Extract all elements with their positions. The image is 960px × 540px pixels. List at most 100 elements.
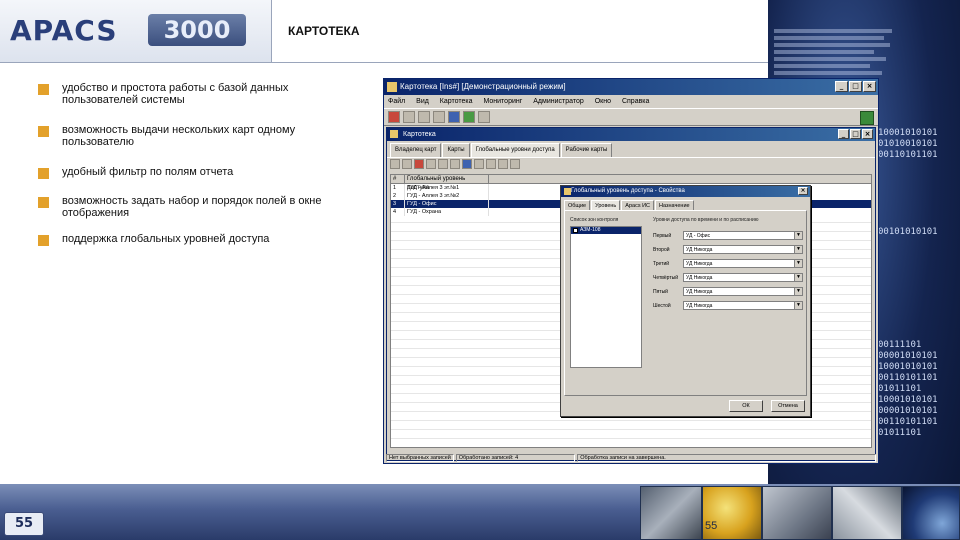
grid-header: # Глобальный уровень доступа xyxy=(391,175,871,191)
dialog-icon xyxy=(564,188,571,195)
header-divider xyxy=(0,62,768,63)
chevron-down-icon[interactable]: ▼ xyxy=(794,260,802,267)
feature-item: возможность задать набор и порядок полей… xyxy=(38,195,338,219)
child-close-button[interactable]: × xyxy=(862,129,873,139)
feature-item: поддержка глобальных уровней доступа xyxy=(38,233,338,246)
cardfile-icon xyxy=(390,130,398,138)
tab-card-owners[interactable]: Владелец карт xyxy=(390,143,442,157)
cut-icon[interactable] xyxy=(403,111,415,123)
logo: APACS 3000 xyxy=(0,0,272,62)
print-icon[interactable] xyxy=(486,159,496,169)
level-select[interactable]: УД Никогда ▼ xyxy=(683,301,803,310)
close-button[interactable]: × xyxy=(863,81,876,92)
list-item[interactable]: АЗМ-108 xyxy=(571,227,641,234)
bullet-square-icon xyxy=(38,235,49,246)
edit-record-icon[interactable] xyxy=(402,159,412,169)
menu-admin[interactable]: Администратор xyxy=(533,98,584,105)
binary-decoration-top: 10001010101 01010010101 00110101101 0010… xyxy=(878,128,938,237)
zone-checkbox[interactable] xyxy=(573,228,578,233)
photo-circuit xyxy=(640,486,702,540)
menu-help[interactable]: Справка xyxy=(622,98,649,105)
dialog-close-button[interactable]: × xyxy=(798,187,808,195)
zones-list[interactable]: АЗМ-108 xyxy=(570,226,642,368)
feature-item: удобный фильтр по полям отчета xyxy=(38,166,338,179)
cancel-button[interactable]: Отмена xyxy=(771,400,805,412)
tab-apacs-is[interactable]: Apaсs ИС xyxy=(621,200,655,210)
properties-icon[interactable] xyxy=(426,159,436,169)
maximize-button[interactable]: □ xyxy=(849,81,862,92)
tab-general[interactable]: Общие xyxy=(564,200,591,210)
link-icon[interactable] xyxy=(462,159,472,169)
column-header-number[interactable]: # xyxy=(391,175,405,183)
binary-decoration-bottom: 00111101 00001010101 10001010101 0011010… xyxy=(878,340,938,438)
level-select[interactable]: УД - Офис ▼ xyxy=(683,231,803,240)
page-number-ghost: 55 xyxy=(705,520,718,532)
cards-icon[interactable] xyxy=(450,159,460,169)
chevron-down-icon[interactable]: ▼ xyxy=(794,274,802,281)
status-selection: Нет выбранных записей xyxy=(386,454,454,462)
level-select[interactable]: УД Никогда ▼ xyxy=(683,259,803,268)
child-maximize-button[interactable]: □ xyxy=(850,129,861,139)
row-number: 4 xyxy=(391,208,405,216)
row-number: 3 xyxy=(391,200,405,208)
feature-item: удобство и простота работы с базой данны… xyxy=(38,82,338,106)
feature-list: удобство и простота работы с базой данны… xyxy=(38,82,338,246)
grid-icon[interactable] xyxy=(438,159,448,169)
delete-record-icon[interactable] xyxy=(414,159,424,169)
photo-controller xyxy=(832,486,902,540)
level-select[interactable]: УД Никогда ▼ xyxy=(683,273,803,282)
photo-devices xyxy=(762,486,832,540)
refresh-icon[interactable] xyxy=(463,111,475,123)
chevron-down-icon[interactable]: ▼ xyxy=(794,232,802,239)
child-minimize-button[interactable]: _ xyxy=(838,129,849,139)
level-row: Четвёртый УД Никогда ▼ xyxy=(653,273,808,284)
status-message: Обработка записи на завершена. xyxy=(577,454,876,462)
main-toolbar xyxy=(384,108,878,126)
menu-file[interactable]: Файл xyxy=(388,98,405,105)
tab-cards[interactable]: Карты xyxy=(442,143,470,157)
paste-icon[interactable] xyxy=(433,111,445,123)
copy-icon[interactable] xyxy=(418,111,430,123)
dialog-title: Глобальный уровень доступа - Свойства xyxy=(571,188,685,194)
level-row: Пятый УД Никогда ▼ xyxy=(653,287,808,298)
print-icon[interactable] xyxy=(448,111,460,123)
tab-assignment[interactable]: Назначение xyxy=(655,200,694,210)
delete-icon[interactable] xyxy=(388,111,400,123)
filter-icon[interactable] xyxy=(498,159,508,169)
chevron-down-icon[interactable]: ▼ xyxy=(794,246,802,253)
menu-window[interactable]: Окно xyxy=(595,98,611,105)
tab-level[interactable]: Уровень xyxy=(591,200,621,210)
menu-view[interactable]: Вид xyxy=(416,98,429,105)
bullet-square-icon xyxy=(38,168,49,179)
level-label: Пятый xyxy=(653,289,668,295)
tab-work-cards[interactable]: Рабочие карты xyxy=(560,143,613,157)
menu-cardfile[interactable]: Картотека xyxy=(440,98,473,105)
level-label: Второй xyxy=(653,247,670,253)
tab-global-access-levels[interactable]: Глобальные уровни доступа xyxy=(470,143,560,157)
level-row: Третий УД Никогда ▼ xyxy=(653,259,808,270)
bullet-square-icon xyxy=(38,197,49,208)
level-select[interactable]: УД Никогда ▼ xyxy=(683,287,803,296)
app-titlebar: Картотека [Ins#] [Демонстрационный режим… xyxy=(384,79,878,95)
row-number: 2 xyxy=(391,192,405,200)
cardfile-title: Картотека xyxy=(403,131,436,138)
chevron-down-icon[interactable]: ▼ xyxy=(794,288,802,295)
new-record-icon[interactable] xyxy=(390,159,400,169)
report-icon[interactable] xyxy=(510,159,520,169)
slide-title: КАРТОТЕКА xyxy=(288,24,360,38)
cardfile-toolbar xyxy=(387,157,875,171)
app-title: Картотека [Ins#] [Демонстрационный режим… xyxy=(400,82,566,91)
exit-icon[interactable] xyxy=(860,111,874,125)
menu-monitoring[interactable]: Мониторинг xyxy=(483,98,522,105)
level-label: Третий xyxy=(653,261,670,267)
column-header-name[interactable]: Глобальный уровень доступа xyxy=(405,175,489,191)
row-name: ГУД - Аллея 3 эт.№1 xyxy=(405,184,489,192)
chevron-down-icon[interactable]: ▼ xyxy=(794,302,802,309)
level-label: Первый xyxy=(653,233,672,239)
level-select[interactable]: УД Никогда ▼ xyxy=(683,245,803,254)
search-icon[interactable] xyxy=(474,159,484,169)
minimize-button[interactable]: _ xyxy=(835,81,848,92)
ok-button[interactable]: ОК xyxy=(729,400,763,412)
help-icon[interactable] xyxy=(478,111,490,123)
photo-globe xyxy=(902,486,960,540)
